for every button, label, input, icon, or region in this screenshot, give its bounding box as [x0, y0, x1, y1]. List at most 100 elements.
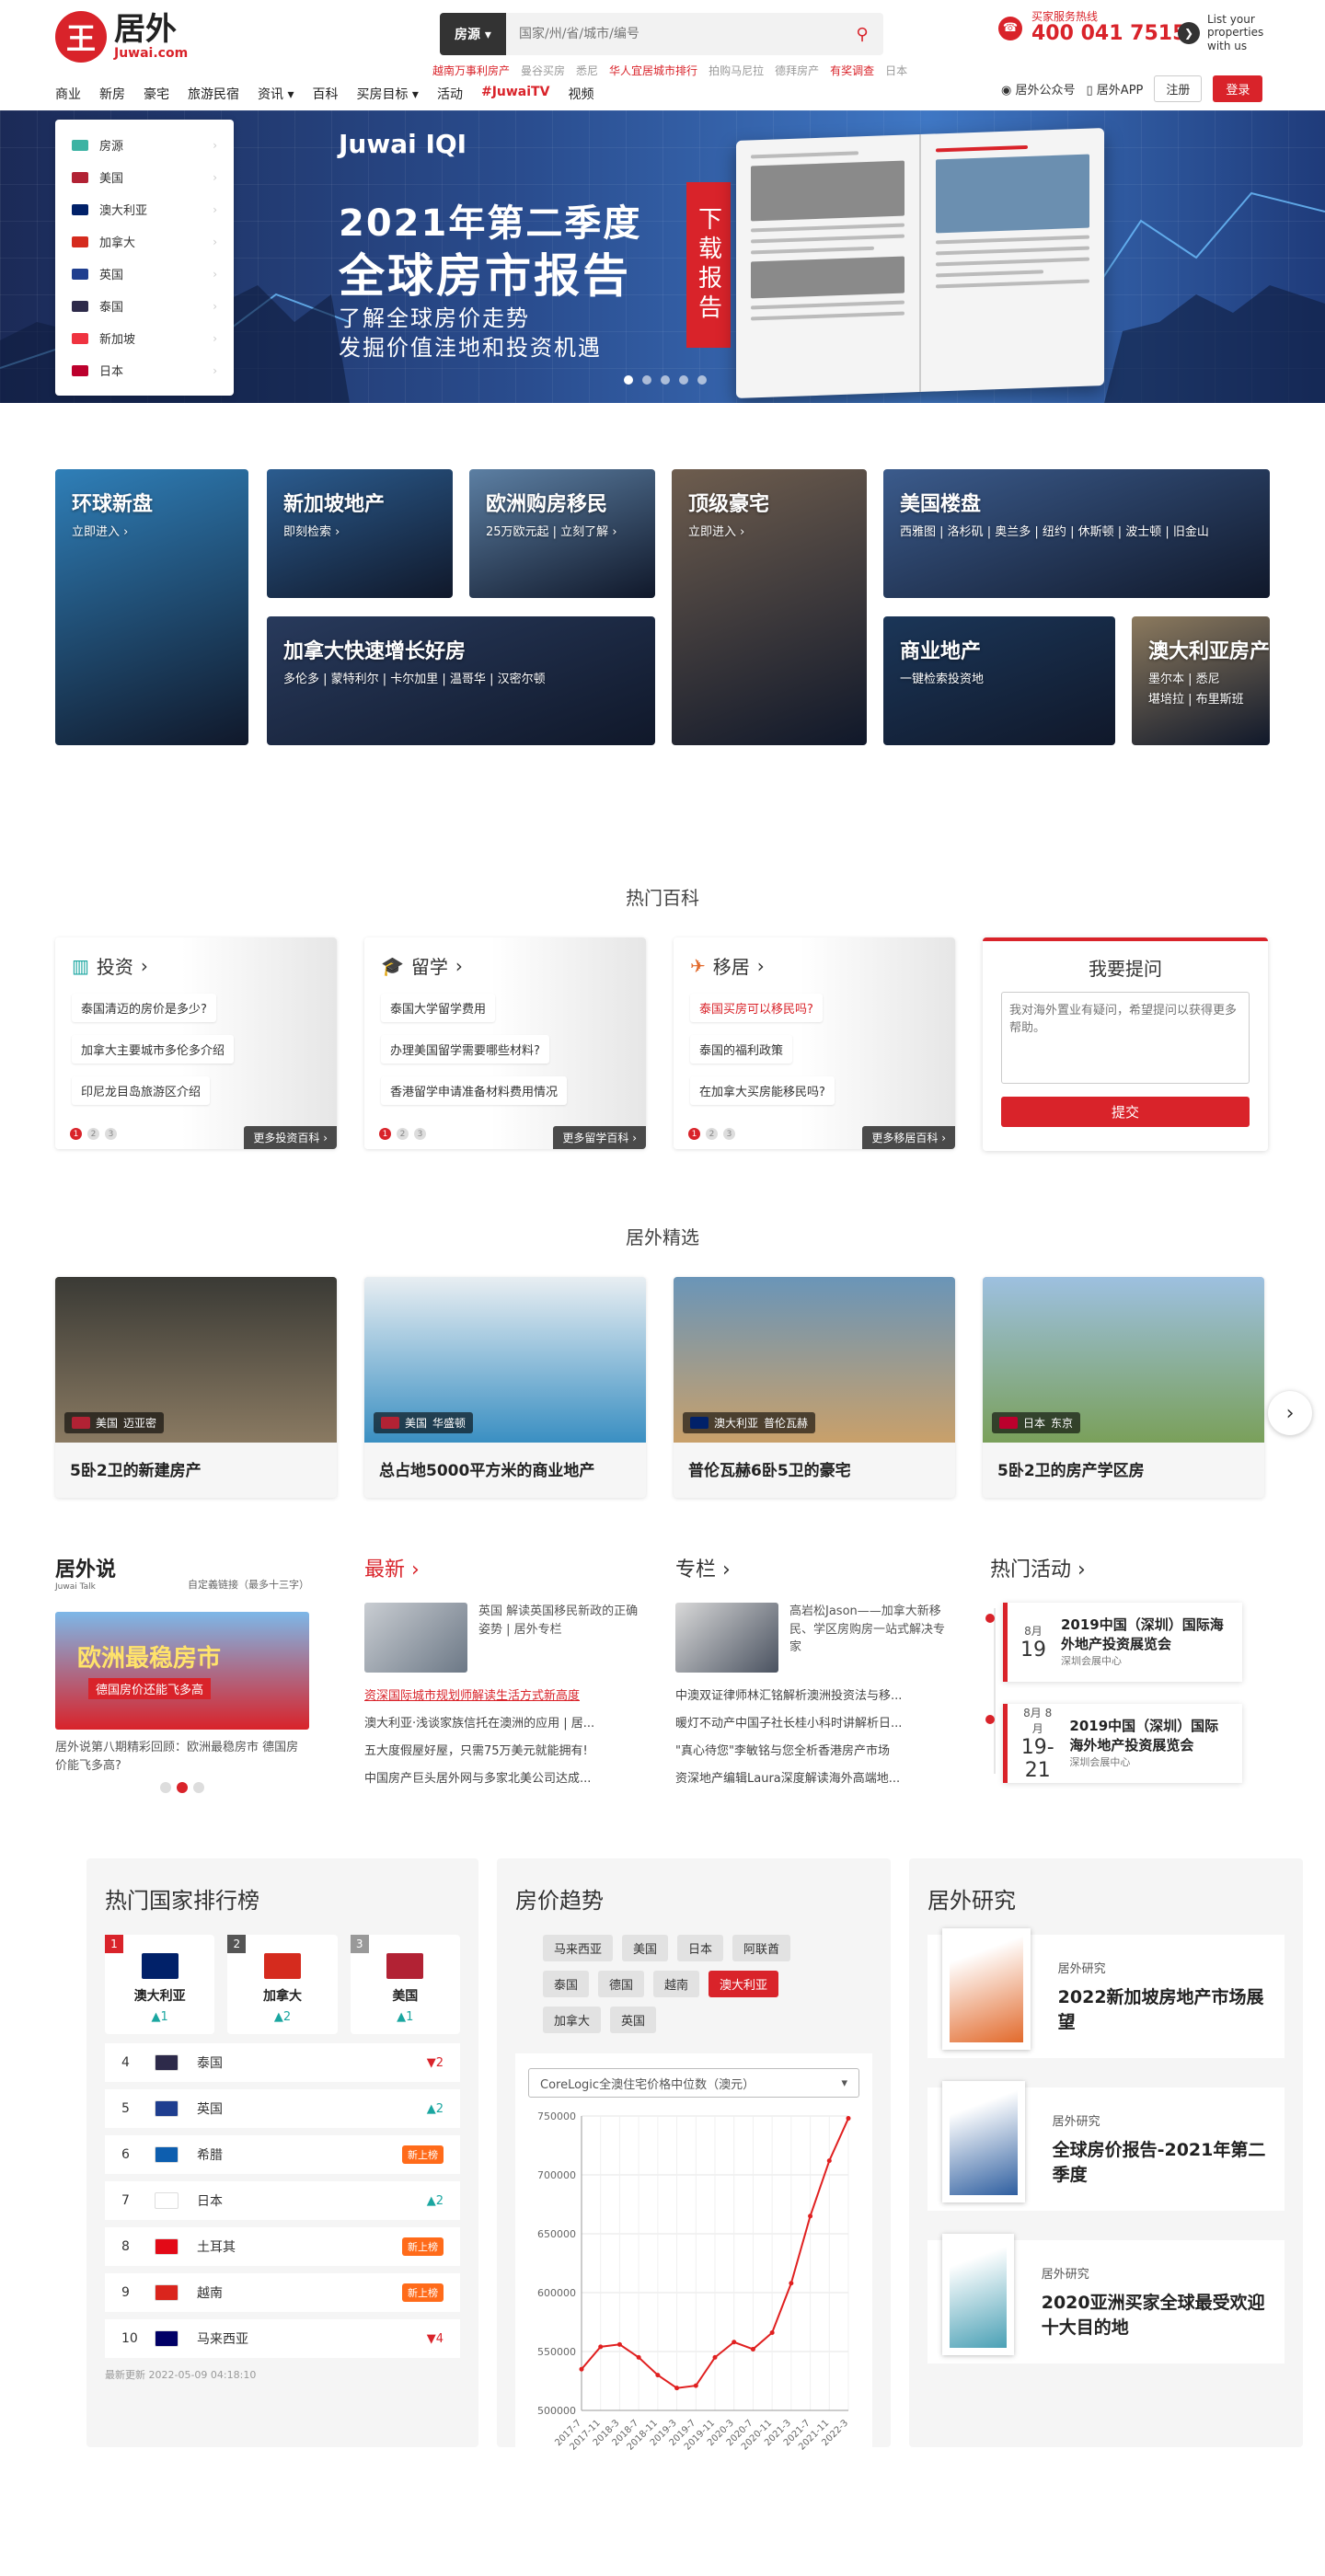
hot-link[interactable]: 越南万事利房产	[432, 63, 510, 78]
news-item[interactable]: "真心待您"李敏铭与您全析香港房产市场	[675, 1741, 951, 1758]
baike-question[interactable]: 香港留学申请准备材料费用情况	[381, 1076, 568, 1105]
news-item[interactable]: 五大度假屋好屋，只需75万美元就能拥有!	[364, 1741, 640, 1758]
page-dot[interactable]: 1	[688, 1128, 700, 1140]
banner-dot[interactable]	[642, 375, 651, 385]
ask-question-input[interactable]	[1001, 992, 1250, 1084]
ranking-row[interactable]: 10 马来西亚 ▼4	[105, 2319, 460, 2358]
country-chip[interactable]: 美国	[622, 1935, 669, 1961]
country-chip[interactable]: 加拿大	[543, 2007, 602, 2033]
research-card[interactable]: 居外研究 全球房价报告-2021年第二季度	[928, 2081, 1285, 2211]
category-item[interactable]: 澳大利亚 ›	[55, 193, 234, 225]
hot-link[interactable]: 日本	[885, 63, 907, 78]
top-country-card[interactable]: 3 美国 ▲1	[350, 1935, 460, 2034]
baike-question[interactable]: 泰国大学留学费用	[381, 994, 496, 1022]
baike-card-title[interactable]: ✈ 移居 ›	[690, 952, 939, 979]
nav-item[interactable]: 视频	[568, 85, 593, 103]
country-chip[interactable]: 日本	[677, 1935, 724, 1961]
hero-banner[interactable]: 房源 › 美国 › 澳大利亚 › 加拿大 › 英国 › 泰国 › 新加坡 › 日本 › Juwai IQI 2…	[0, 110, 1325, 403]
feature-tile[interactable]: 澳大利亚房产 墨尔本 | 悉尼 堪培拉 | 布里斯班	[1132, 616, 1270, 745]
country-chip[interactable]: 马来西亚	[543, 1935, 614, 1961]
baike-question[interactable]: 印尼龙目岛旅游区介绍	[72, 1076, 211, 1105]
baike-more-link[interactable]: 更多留学百科 ›	[553, 1126, 646, 1149]
feature-tile[interactable]: 商业地产 一键检索投资地	[883, 616, 1115, 745]
pick-card[interactable]: 澳大利亚 普伦瓦赫 普伦瓦赫6卧5卫的豪宅	[674, 1277, 955, 1498]
baike-more-link[interactable]: 更多投资百科 ›	[244, 1126, 337, 1149]
baike-question[interactable]: 加拿大主要城市多伦多介绍	[72, 1035, 235, 1064]
country-chip[interactable]: 越南	[653, 1971, 700, 1997]
top-country-card[interactable]: 2 加拿大 ▲2	[227, 1935, 338, 2034]
nav-item[interactable]: 资讯 ▾	[258, 85, 294, 103]
hot-link[interactable]: 有奖调查	[830, 63, 874, 78]
hot-link[interactable]: 悉尼	[576, 63, 598, 78]
nav-item[interactable]: 新房	[99, 85, 125, 103]
country-chip[interactable]: 英国	[610, 2007, 657, 2033]
baike-question[interactable]: 泰国的福利政策	[690, 1035, 793, 1064]
pick-card[interactable]: 日本 东京 5卧2卫的房产学区房	[983, 1277, 1264, 1498]
nav-item[interactable]: #JuwaiTV	[481, 85, 549, 103]
baike-question[interactable]: 泰国买房可以移民吗?	[690, 994, 823, 1022]
banner-dot[interactable]	[679, 375, 688, 385]
search-icon[interactable]: ⚲	[841, 13, 883, 55]
banner-dot[interactable]	[697, 375, 707, 385]
ranking-row[interactable]: 8 土耳其 新上榜	[105, 2227, 460, 2266]
event-card[interactable]: 8月 19 2019中国（深圳）国际海外地产投资展览会 深圳会展中心	[985, 1603, 1242, 1682]
page-dot[interactable]: 3	[105, 1128, 117, 1140]
feature-tile[interactable]: 新加坡地产 即刻检索 ›	[267, 469, 453, 598]
latest-feature[interactable]: 英国 解读英国移民新政的正确姿势 | 居外专栏	[364, 1603, 640, 1673]
country-chip[interactable]: 阿联酋	[732, 1935, 791, 1961]
hotline-number[interactable]: 400 041 7515	[1031, 22, 1186, 45]
column-feature[interactable]: 高岩松Jason——加拿大新移民、学区房购房一站式解决专家	[675, 1603, 951, 1673]
banner-dot[interactable]	[624, 375, 633, 385]
page-dot[interactable]: 2	[87, 1128, 99, 1140]
news-item[interactable]: 中澳双证律师林汇铭解析澳洲投资法与移...	[675, 1685, 951, 1703]
baike-question[interactable]: 办理美国留学需要哪些材料?	[381, 1035, 549, 1064]
banner-dot[interactable]	[661, 375, 670, 385]
baike-more-link[interactable]: 更多移居百科 ›	[862, 1126, 955, 1149]
news-item[interactable]: 澳大利亚·浅谈家族信托在澳洲的应用 | 居...	[364, 1713, 640, 1731]
latest-title[interactable]: 最新 ›	[364, 1553, 640, 1582]
feature-tile[interactable]: 欧洲购房移民 25万欧元起 | 立刻了解 ›	[469, 469, 655, 598]
ranking-row[interactable]: 5 英国 ▲2	[105, 2089, 460, 2128]
baike-question[interactable]: 在加拿大买房能移民吗?	[690, 1076, 835, 1105]
nav-item[interactable]: 商业	[55, 85, 81, 103]
feature-tile[interactable]: 加拿大快速增长好房 多伦多 | 蒙特利尔 | 卡尔加里 | 温哥华 | 汉密尔顿	[267, 616, 655, 745]
country-chip[interactable]: 泰国	[543, 1971, 590, 1997]
feature-tile[interactable]: 美国楼盘 西雅图 | 洛杉矶 | 奥兰多 | 纽约 | 休斯顿 | 波士顿 | 旧…	[883, 469, 1270, 598]
baike-card-title[interactable]: ▥ 投资 ›	[72, 952, 320, 979]
nav-item[interactable]: 买房目标 ▾	[356, 85, 418, 103]
page-dot[interactable]: 1	[70, 1128, 82, 1140]
top-country-card[interactable]: 1 澳大利亚 ▲1	[105, 1935, 215, 2034]
news-item[interactable]: 资深国际城市规划师解读生活方式新高度	[364, 1685, 640, 1703]
trend-series-select[interactable]: CoreLogic全澳住宅价格中位数（澳元） ▾	[528, 2068, 859, 2098]
country-chip[interactable]: 德国	[598, 1971, 645, 1997]
category-item[interactable]: 新加坡 ›	[55, 322, 234, 354]
pick-card[interactable]: 美国 华盛顿 总占地5000平方米的商业地产	[364, 1277, 646, 1498]
carousel-next-icon[interactable]: ›	[1268, 1391, 1312, 1435]
page-dot[interactable]: 1	[379, 1128, 391, 1140]
research-card[interactable]: 居外研究 2020亚洲买家全球最受欢迎十大目的地	[928, 2234, 1285, 2363]
hot-link[interactable]: 拍购马尼拉	[709, 63, 764, 78]
nav-item[interactable]: 百科	[312, 85, 338, 103]
search-input[interactable]	[506, 27, 841, 41]
events-title[interactable]: 热门活动 ›	[990, 1553, 1266, 1582]
ranking-row[interactable]: 7 日本 ▲2	[105, 2181, 460, 2220]
nav-item[interactable]: 豪宅	[144, 85, 169, 103]
wechat-link[interactable]: ◉ 居外公众号	[1001, 80, 1076, 98]
event-card[interactable]: 8月 8月 19-21 2019中国（深圳）国际海外地产投资展览会 深圳会展中心	[985, 1704, 1242, 1783]
login-button[interactable]: 登录	[1213, 75, 1263, 102]
column-title[interactable]: 专栏 ›	[675, 1553, 951, 1582]
talk-banner[interactable]: 欧洲最稳房市 德国房价还能飞多高	[55, 1612, 309, 1730]
ranking-row[interactable]: 4 泰国 ▼2	[105, 2043, 460, 2082]
page-dot[interactable]: 3	[723, 1128, 735, 1140]
pick-card[interactable]: 美国 迈亚密 5卧2卫的新建房产	[55, 1277, 337, 1498]
news-item[interactable]: 中国房产巨头居外网与多家北美公司达成...	[364, 1768, 640, 1786]
register-button[interactable]: 注册	[1154, 75, 1203, 102]
research-card[interactable]: 居外研究 2022新加坡房地产市场展望	[928, 1928, 1285, 2058]
page-dot[interactable]: 2	[397, 1128, 409, 1140]
ranking-row[interactable]: 9 越南 新上榜	[105, 2273, 460, 2312]
baike-card-title[interactable]: 🎓 留学 ›	[381, 952, 629, 979]
logo[interactable]: 王 居外 Juwai.com	[55, 11, 188, 63]
download-report-button[interactable]: 下载报告	[686, 182, 731, 348]
feature-tile[interactable]: 顶级豪宅 立即进入 ›	[672, 469, 867, 745]
ranking-row[interactable]: 6 希腊 新上榜	[105, 2135, 460, 2174]
